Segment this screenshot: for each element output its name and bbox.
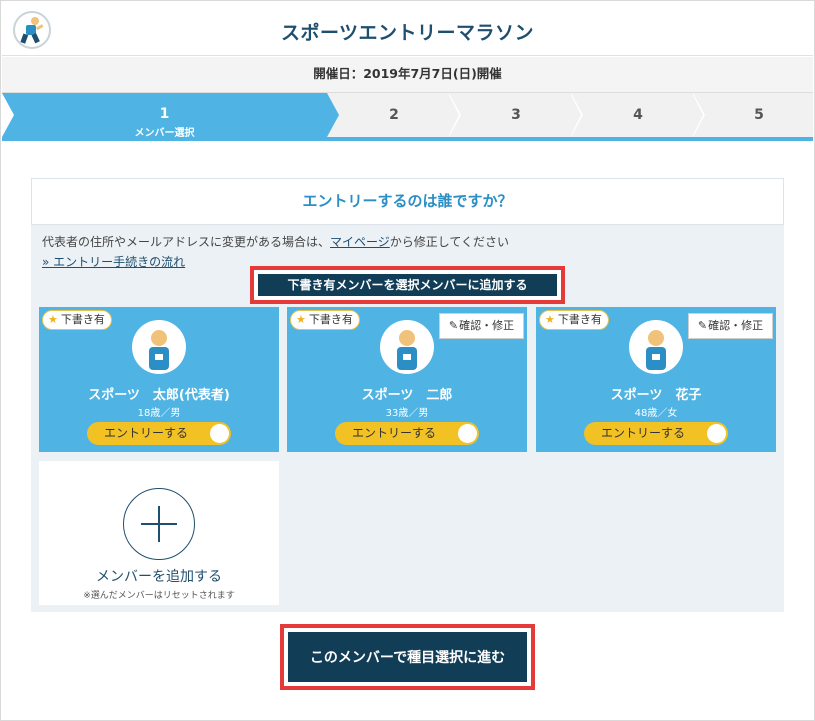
- person-avatar-icon: [629, 320, 683, 374]
- step-1-number: 1: [159, 106, 170, 122]
- star-icon: ★: [48, 313, 58, 326]
- member-card[interactable]: ★ 下書き有 スポーツ 太郎(代表者) 18歳／男 エントリーする: [39, 307, 279, 452]
- next-button-highlight: このメンバーで種目選択に進む: [280, 624, 535, 690]
- member-name: スポーツ 二郎: [361, 388, 453, 403]
- pencil-icon: ✎: [448, 319, 459, 332]
- member-name: スポーツ 太郎(代表者): [88, 388, 230, 403]
- confirm-edit-label: 確認・修正: [708, 319, 764, 332]
- page-frame: スポーツエントリーマラソン 開催日：2019年7月7日(日)開催 1 メンバー選…: [0, 0, 815, 721]
- confirm-edit-label: 確認・修正: [459, 319, 515, 332]
- confirm-edit-button[interactable]: ✎確認・修正: [688, 313, 773, 339]
- header: スポーツエントリーマラソン: [2, 2, 813, 56]
- entry-toggle-label: エントリーする: [351, 426, 436, 440]
- plus-icon: [123, 488, 195, 560]
- entry-toggle[interactable]: エントリーする: [584, 422, 728, 445]
- step-chevron: [570, 93, 581, 137]
- confirm-edit-button[interactable]: ✎確認・修正: [439, 313, 524, 339]
- note-prefix: 代表者の住所やメールアドレスに変更がある場合は、: [42, 235, 331, 249]
- entry-toggle[interactable]: エントリーする: [87, 422, 231, 445]
- step-chevron: [448, 93, 459, 137]
- draft-badge-label: 下書き有: [557, 313, 602, 326]
- step-3: 3: [461, 93, 571, 137]
- mypage-link[interactable]: マイページ: [330, 235, 390, 249]
- person-avatar-icon: [380, 320, 434, 374]
- step-2-number: 2: [389, 107, 399, 123]
- add-member-note: ※選んだメンバーはリセットされます: [83, 591, 235, 601]
- step-5-number: 5: [754, 107, 764, 123]
- toggle-knob: [707, 424, 726, 443]
- entry-toggle-label: エントリーする: [103, 426, 188, 440]
- step-indicator: 1 メンバー選択 2 3 4 5: [2, 93, 813, 141]
- person-avatar-icon: [132, 320, 186, 374]
- step-chevron: [327, 93, 339, 137]
- member-selection-panel: エントリーするのは誰ですか？ 代表者の住所やメールアドレスに変更がある場合は、マ…: [31, 178, 784, 612]
- step-5: 5: [705, 93, 813, 137]
- star-icon: ★: [545, 313, 555, 326]
- step-1-label: メンバー選択: [134, 128, 195, 139]
- member-age-sex: 33歳／男: [385, 408, 429, 419]
- step-3-number: 3: [511, 107, 521, 123]
- app-title: スポーツエントリーマラソン: [280, 22, 535, 44]
- member-age-sex: 18歳／男: [137, 408, 181, 419]
- entry-toggle[interactable]: エントリーする: [335, 422, 479, 445]
- step-chevron: [692, 93, 703, 137]
- draft-badge: ★ 下書き有: [290, 310, 360, 330]
- member-card[interactable]: ★ 下書き有 ✎確認・修正 スポーツ 花子 48歳／女 エントリーする: [536, 307, 776, 452]
- star-icon: ★: [296, 313, 306, 326]
- member-name: スポーツ 花子: [610, 388, 702, 403]
- toggle-knob: [210, 424, 229, 443]
- draft-badge-label: 下書き有: [308, 313, 353, 326]
- entry-flow-link[interactable]: » エントリー手続きの流れ: [42, 253, 185, 270]
- draft-button-highlight: 下書き有メンバーを選択メンバーに追加する: [250, 266, 565, 304]
- step-chevron: [2, 93, 14, 137]
- step-4: 4: [583, 93, 693, 137]
- add-draft-members-button[interactable]: 下書き有メンバーを選択メンバーに追加する: [258, 274, 557, 296]
- member-age-sex: 48歳／女: [634, 408, 678, 419]
- step-2: 2: [339, 93, 449, 137]
- draft-badge: ★ 下書き有: [539, 310, 609, 330]
- event-date: 開催日：2019年7月7日(日)開催: [2, 57, 813, 93]
- proceed-to-event-selection-button[interactable]: このメンバーで種目選択に進む: [288, 632, 527, 682]
- member-card[interactable]: ★ 下書き有 ✎確認・修正 スポーツ 二郎 33歳／男 エントリーする: [287, 307, 527, 452]
- step-4-number: 4: [633, 107, 643, 123]
- toggle-knob: [458, 424, 477, 443]
- note-suffix: から修正してください: [389, 235, 510, 249]
- add-member-card[interactable]: メンバーを追加する ※選んだメンバーはリセットされます: [39, 461, 279, 605]
- step-1: 1 メンバー選択: [2, 93, 327, 139]
- section-question: エントリーするのは誰ですか？: [31, 178, 784, 225]
- pencil-icon: ✎: [697, 319, 708, 332]
- draft-badge: ★ 下書き有: [42, 310, 112, 330]
- add-member-label: メンバーを追加する: [96, 569, 222, 585]
- address-change-note: 代表者の住所やメールアドレスに変更がある場合は、マイページから修正してください: [42, 233, 509, 250]
- entry-toggle-label: エントリーする: [600, 426, 685, 440]
- draft-badge-label: 下書き有: [60, 313, 105, 326]
